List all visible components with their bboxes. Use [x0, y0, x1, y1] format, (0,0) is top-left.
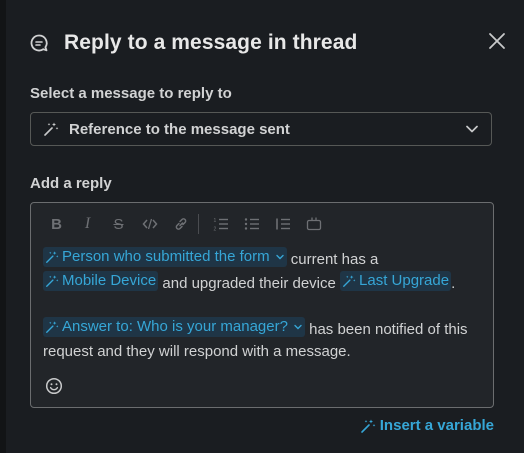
formatting-toolbar: B I S 12 — [41, 213, 329, 235]
close-icon — [488, 32, 506, 50]
magic-wand-icon — [43, 121, 59, 137]
svg-text:1: 1 — [213, 218, 216, 224]
reply-text-segment: . — [451, 275, 456, 292]
bold-icon[interactable]: B — [41, 213, 72, 235]
blockquote-icon[interactable] — [267, 213, 298, 235]
chip-label: Last Upgrade — [359, 272, 450, 289]
toolbar-divider — [198, 214, 199, 234]
select-message-label: Select a message to reply to — [30, 85, 232, 102]
reply-editor[interactable]: B I S 12 Person who submitted the form c… — [30, 202, 494, 408]
reply-text-segment: and upgraded their device — [158, 275, 341, 292]
variable-chip[interactable]: Mobile Device — [43, 271, 159, 291]
variable-chip[interactable]: Last Upgrade — [340, 271, 452, 291]
link-icon[interactable] — [165, 213, 196, 235]
magic-wand-icon — [45, 320, 59, 334]
emoji-icon[interactable] — [45, 377, 63, 395]
variable-chip[interactable]: Person who submitted the form — [43, 247, 287, 267]
dialog-header: Reply to a message in thread — [28, 28, 506, 58]
insert-variable-button[interactable]: Insert a variable — [360, 417, 494, 434]
thread-reply-icon — [28, 32, 50, 54]
variable-chip[interactable]: Answer to: Who is your manager? — [43, 317, 305, 337]
magic-wand-icon — [45, 250, 59, 264]
insert-variable-label: Insert a variable — [379, 417, 494, 434]
reply-text[interactable]: Person who submitted the form current ha… — [43, 247, 481, 363]
strikethrough-icon[interactable]: S — [103, 213, 134, 235]
chevron-down-icon — [275, 252, 285, 262]
svg-text:2: 2 — [213, 227, 216, 232]
close-button[interactable] — [484, 28, 510, 54]
reply-dialog: Reply to a message in thread Select a me… — [6, 0, 524, 453]
code-icon[interactable] — [134, 213, 165, 235]
code-block-icon[interactable] — [298, 213, 329, 235]
dialog-title: Reply to a message in thread — [64, 31, 358, 54]
reply-paragraph: Answer to: Who is your manager? has been… — [43, 317, 481, 363]
magic-wand-icon — [342, 274, 356, 288]
message-select[interactable]: Reference to the message sent — [30, 112, 492, 146]
chevron-down-icon — [293, 322, 303, 332]
magic-wand-icon — [360, 418, 376, 434]
ordered-list-icon[interactable]: 12 — [205, 213, 236, 235]
chip-label: Person who submitted the form — [62, 248, 270, 265]
reply-text-segment: current has a — [286, 251, 379, 268]
reply-paragraph: Person who submitted the form current ha… — [43, 247, 481, 295]
chip-label: Answer to: Who is your manager? — [62, 318, 288, 335]
chevron-down-icon — [465, 122, 479, 136]
italic-icon[interactable]: I — [72, 213, 103, 235]
bulleted-list-icon[interactable] — [236, 213, 267, 235]
add-reply-label: Add a reply — [30, 175, 112, 192]
selected-message: Reference to the message sent — [69, 120, 290, 138]
chip-label: Mobile Device — [62, 272, 157, 289]
magic-wand-icon — [45, 274, 59, 288]
